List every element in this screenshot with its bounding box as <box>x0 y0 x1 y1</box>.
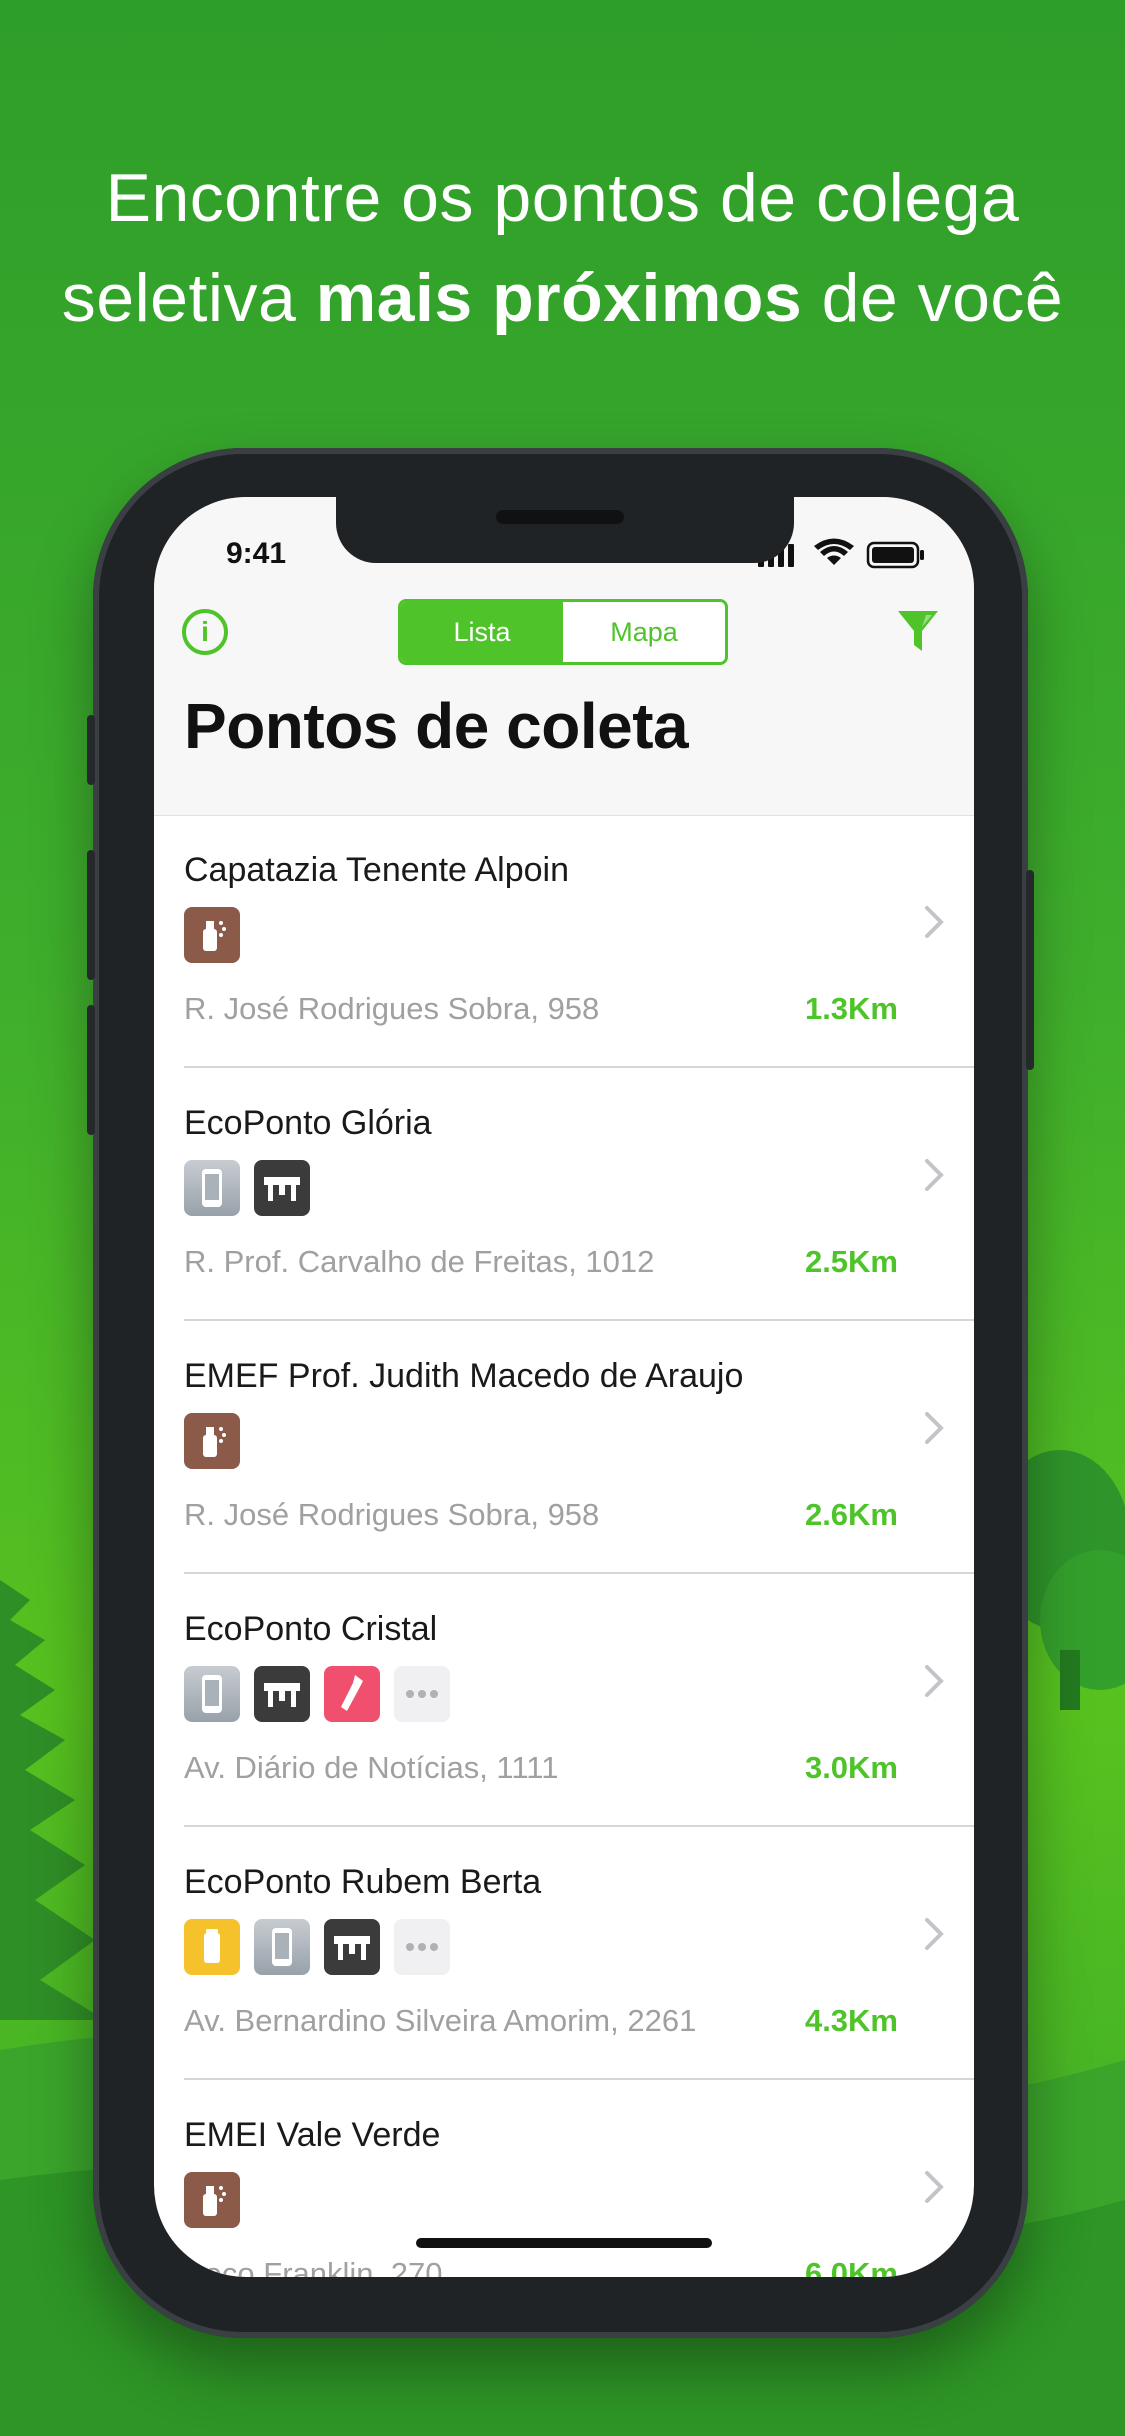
spray-can-icon <box>184 1413 240 1469</box>
chevron-right-icon <box>925 1412 944 1444</box>
list-item[interactable]: EcoPonto Glória R. Prof. Carvalho de Fre… <box>154 1068 974 1321</box>
more-icon <box>394 1919 450 1975</box>
point-distance: 2.5Km <box>804 1244 898 1279</box>
bottle-icon <box>324 1666 380 1722</box>
phone-notch <box>336 497 794 563</box>
can-icon <box>184 1919 240 1975</box>
point-name: EcoPonto Cristal <box>184 1610 438 1648</box>
material-icons <box>184 2172 240 2228</box>
material-icons <box>184 1160 310 1216</box>
material-icons <box>184 1919 450 1975</box>
headline: Encontre os pontos de colega seletiva ma… <box>0 148 1125 348</box>
material-icons <box>184 1666 450 1722</box>
chevron-right-icon <box>925 1665 944 1697</box>
power-button <box>1026 870 1034 1070</box>
point-name: EcoPonto Rubem Berta <box>184 1863 542 1901</box>
status-time: 9:41 <box>226 537 287 570</box>
point-name: EMEI Vale Verde <box>184 2116 441 2154</box>
phone-icon <box>254 1919 310 1975</box>
phone-speaker <box>496 510 624 524</box>
page-title: Pontos de coleta <box>184 690 689 762</box>
spray-can-icon <box>184 2172 240 2228</box>
point-address: Beco Franklin, 270 <box>184 2256 443 2277</box>
point-distance: 6.0Km <box>804 2256 898 2277</box>
collection-points-list: Capatazia Tenente Alpoin R. José Rodrigu… <box>154 815 974 2277</box>
app-screen: 9:41 i Lista Mapa Pontos de coleta Capat… <box>154 497 974 2277</box>
headline-line-1: Encontre os pontos de colega <box>105 160 1020 236</box>
point-address: R. Prof. Carvalho de Freitas, 1012 <box>184 1244 655 1279</box>
material-icons <box>184 907 240 963</box>
volume-up-button <box>87 850 95 980</box>
list-item[interactable]: Capatazia Tenente Alpoin R. José Rodrigu… <box>154 815 974 1068</box>
volume-down-button <box>87 1005 95 1135</box>
furniture-icon <box>254 1160 310 1216</box>
battery-icon <box>866 541 924 569</box>
phone-icon <box>184 1666 240 1722</box>
headline-line-2: seletiva mais próximos de você <box>0 248 1125 348</box>
tab-lista[interactable]: Lista <box>401 602 563 662</box>
point-address: R. José Rodrigues Sobra, 958 <box>184 991 600 1026</box>
chevron-right-icon <box>925 2171 944 2203</box>
more-icon <box>394 1666 450 1722</box>
point-distance: 4.3Km <box>804 2003 898 2038</box>
list-item[interactable]: EcoPonto Rubem Berta Av. Bernardino Silv… <box>154 1827 974 2080</box>
point-address: Av. Diário de Notícias, 1111 <box>184 1750 559 1785</box>
tab-mapa[interactable]: Mapa <box>563 602 725 662</box>
home-indicator[interactable] <box>416 2238 712 2248</box>
chevron-right-icon <box>925 1159 944 1191</box>
point-address: Av. Bernardino Silveira Amorim, 2261 <box>184 2003 697 2038</box>
list-item[interactable]: EMEF Prof. Judith Macedo de Araujo R. Jo… <box>154 1321 974 1574</box>
point-name: EMEF Prof. Judith Macedo de Araujo <box>184 1357 744 1395</box>
headline-line-2-bold: mais próximos <box>315 260 803 336</box>
spray-can-icon <box>184 907 240 963</box>
point-distance: 3.0Km <box>804 1750 898 1785</box>
info-button[interactable]: i <box>182 609 228 655</box>
point-name: Capatazia Tenente Alpoin <box>184 851 570 889</box>
chevron-right-icon <box>925 906 944 938</box>
filter-icon[interactable] <box>896 607 940 655</box>
view-toggle: Lista Mapa <box>398 599 728 665</box>
furniture-icon <box>254 1666 310 1722</box>
headline-line-2-suffix: de você <box>802 260 1064 336</box>
material-icons <box>184 1413 240 1469</box>
headline-line-2-prefix: seletiva <box>61 260 316 336</box>
phone-icon <box>184 1160 240 1216</box>
point-distance: 2.6Km <box>804 1497 898 1532</box>
info-icon: i <box>201 616 209 647</box>
chevron-right-icon <box>925 1918 944 1950</box>
furniture-icon <box>324 1919 380 1975</box>
list-item[interactable]: EcoPonto Cristal Av. Diário de Notícias,… <box>154 1574 974 1827</box>
point-address: R. José Rodrigues Sobra, 958 <box>184 1497 600 1532</box>
point-distance: 1.3Km <box>804 991 898 1026</box>
mute-switch <box>87 715 95 785</box>
wifi-icon <box>814 538 854 565</box>
point-name: EcoPonto Glória <box>184 1104 432 1142</box>
